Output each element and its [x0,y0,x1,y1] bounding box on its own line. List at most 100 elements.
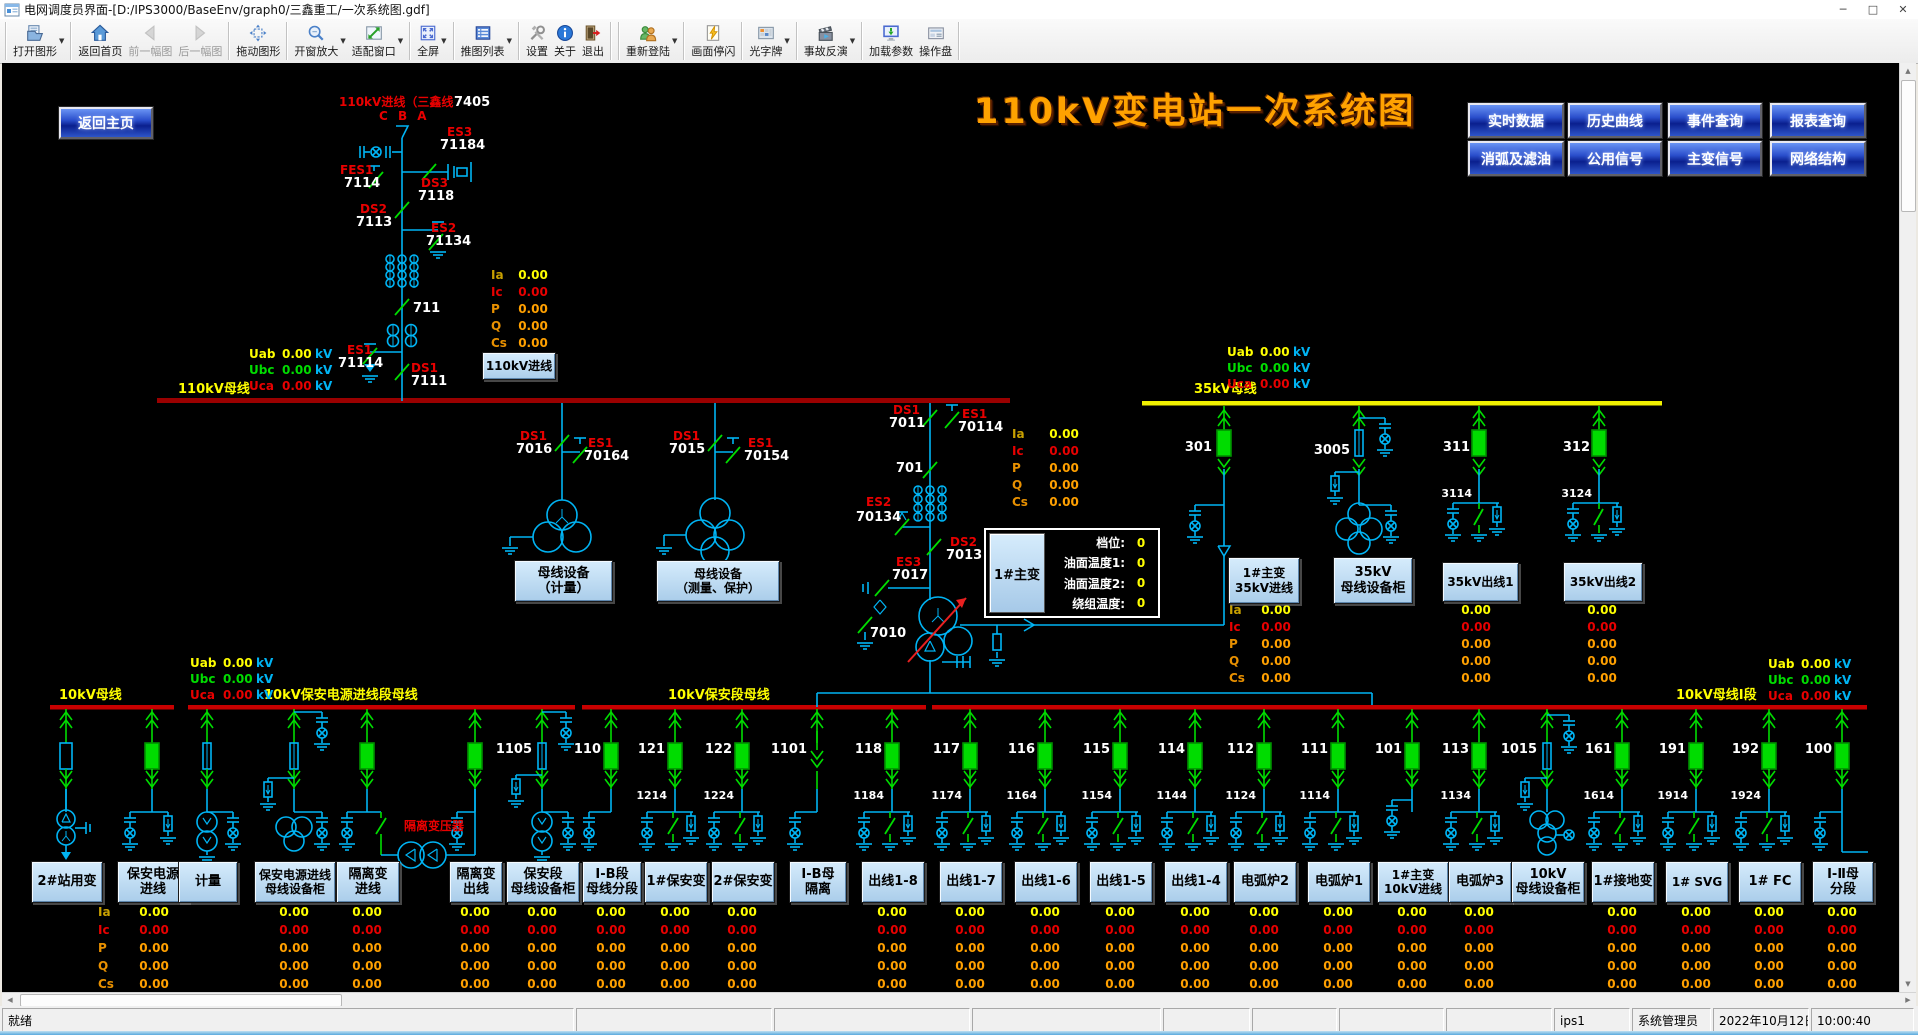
feeder-button[interactable]: 2#站用变 [31,861,103,903]
feeder-button[interactable]: 电弧炉3 [1448,861,1512,903]
toolbar-item-exit[interactable]: 退出 [579,19,607,63]
diagram-button[interactable]: 35kV出线2 [1563,562,1643,602]
diagram-label: 7111 [411,375,447,388]
feeder-button[interactable]: 1# FC [1738,861,1802,903]
diagram-label: 71134 [426,235,471,248]
nav-button-6[interactable]: 公用信号 [1568,141,1662,176]
toolbar-item-pan[interactable]: 拖动图形 [233,19,283,63]
dropdown-arrow-icon[interactable]: ▼ [59,37,64,45]
toolbar-item-accident-replay[interactable]: 事故反演▼ [801,19,858,63]
telemetry-value: 0.00 [1827,978,1857,990]
feeder-button[interactable]: I-B段母线分段 [582,861,642,903]
button-label: 计量 [195,874,221,889]
toolbar-item-fit-window[interactable]: 适配窗口▼ [349,19,406,63]
dropdown-arrow-icon[interactable]: ▼ [441,37,446,45]
voltage-value: 0.00 [1801,690,1831,702]
35kv-feeder-3005 [1327,406,1399,554]
feeder-button[interactable]: I-B母隔离 [789,861,847,903]
feeder-button[interactable]: 10kV母线设备柜 [1511,861,1585,903]
diagram-label: 311 [1443,441,1470,454]
nav-button-5[interactable]: 消弧及滤油 [1468,141,1564,176]
toolbar-item-op-panel[interactable]: 操作盘 [916,19,955,63]
telemetry-value: 0.00 [460,924,490,936]
telemetry-value: 0.00 [1249,942,1279,954]
toolbar-item-home[interactable]: 返回首页 [75,19,125,63]
feeder-button[interactable]: 1#接地变 [1591,861,1655,903]
horizontal-scrollbar[interactable]: ◀ ▶ [2,992,1916,1007]
diagram-button[interactable]: 1#主变35kV进线 [1228,557,1300,604]
feeder-button[interactable]: 出线1-8 [861,861,925,903]
toolbar-item-prev-graph[interactable]: 前一幅图 [125,19,175,63]
feeder-button[interactable]: 隔离变进线 [336,861,400,903]
vertical-scroll-thumb[interactable] [1901,80,1916,212]
diagram-button[interactable]: 35kV出线1 [1442,562,1519,602]
feeder-button[interactable]: 计量 [178,861,238,903]
diagram-label: ES2 [431,222,456,234]
nav-button-1[interactable]: 实时数据 [1468,103,1564,138]
dropdown-arrow-icon[interactable]: ▼ [784,37,789,45]
toolbar-item-graph-list[interactable]: 推图列表▼ [458,19,515,63]
voltage-value: 0.00 [282,348,312,360]
dropdown-arrow-icon[interactable]: ▼ [398,37,403,45]
dropdown-arrow-icon[interactable]: ▼ [507,37,512,45]
telemetry-value: 0.00 [1105,924,1135,936]
10kv-feeder-隔离变出线 [449,709,482,855]
feeder-button[interactable]: 保安段母线设备柜 [506,861,580,903]
feeder-button[interactable]: 出线1-5 [1089,861,1153,903]
home-button[interactable]: 返回主页 [59,107,153,139]
telemetry-value: 0.00 [527,924,557,936]
switch-number: 1134 [1440,790,1471,801]
nav-button-2[interactable]: 历史曲线 [1568,103,1662,138]
feeder-button[interactable]: 出线1-6 [1014,861,1078,903]
toolbar-item-next-graph[interactable]: 后一幅图 [175,19,225,63]
scroll-down-icon[interactable]: ▼ [1900,976,1916,992]
button-label: 母线设备 [694,567,742,581]
feeder-button[interactable]: 1#主变10kV进线 [1377,861,1449,903]
main-transformer-button[interactable]: 1#主变 [989,533,1045,613]
toolbar-item-relogin[interactable]: 重新登陆▼ [623,19,680,63]
diagram-label: 7405 [454,96,490,109]
toolbar-item-zoom-window[interactable]: 开窗放大▼ [291,19,348,63]
feeder-button[interactable]: 出线1-7 [939,861,1003,903]
diagram-button[interactable]: 110kV进线 [482,352,556,380]
button-label: 进线 [140,882,166,897]
maximize-button[interactable]: □ [1858,0,1888,19]
nav-button-7[interactable]: 主变信号 [1668,141,1762,176]
dropdown-arrow-icon[interactable]: ▼ [850,37,855,45]
diagram-button[interactable]: 35kV母线设备柜 [1333,557,1413,604]
close-button[interactable]: ✕ [1888,0,1918,19]
scroll-right-icon[interactable]: ▶ [1900,993,1916,1007]
feeder-button[interactable]: 1#保安变 [644,861,708,903]
feeder-button[interactable]: 隔离变出线 [449,861,503,903]
telemetry-value: 0.00 [139,942,169,954]
scroll-left-icon[interactable]: ◀ [2,993,18,1007]
toolbar-item-about[interactable]: 关于 [551,19,579,63]
feeder-button[interactable]: 出线1-4 [1164,861,1228,903]
diagram-button[interactable]: 母线设备（计量） [514,560,613,602]
scroll-up-icon[interactable]: ▲ [1900,63,1916,79]
telemetry-value: 0.00 [727,978,757,990]
feeder-button[interactable]: 2#保安变 [711,861,775,903]
toolbar-item-open-graph[interactable]: 打开图形▼ [10,19,67,63]
diagram-button[interactable]: 母线设备（测量、保护） [656,560,780,602]
toolbar-item-stop-flash[interactable]: 画面停闪 [688,19,738,63]
minimize-button[interactable]: ─ [1828,0,1858,19]
feeder-button[interactable]: 电弧炉2 [1233,861,1297,903]
nav-button-4[interactable]: 报表查询 [1770,103,1866,138]
feeder-button[interactable]: 1# SVG [1665,861,1729,903]
dropdown-arrow-icon[interactable]: ▼ [672,37,677,45]
feeder-button[interactable]: 电弧炉1 [1307,861,1371,903]
feeder-button[interactable]: 保安电源进线母线设备柜 [254,861,336,903]
toolbar-item-light-board[interactable]: 光字牌▼ [746,19,792,63]
nav-button-8[interactable]: 网络结构 [1770,141,1866,176]
breaker-number: 1101 [771,743,807,756]
toolbar-item-settings[interactable]: 设置 [523,19,551,63]
dropdown-arrow-icon[interactable]: ▼ [340,37,345,45]
telemetry-value: 0.00 [279,960,309,972]
toolbar-item-label: 前一幅图 [128,43,172,59]
toolbar-item-load-params[interactable]: 加载参数 [866,19,916,63]
toolbar-item-full-screen[interactable]: 全屏▼ [414,19,449,63]
vertical-scrollbar[interactable]: ▲ ▼ [1899,63,1916,992]
feeder-button[interactable]: I-Ⅱ母分段 [1812,861,1874,903]
nav-button-3[interactable]: 事件查询 [1668,103,1762,138]
